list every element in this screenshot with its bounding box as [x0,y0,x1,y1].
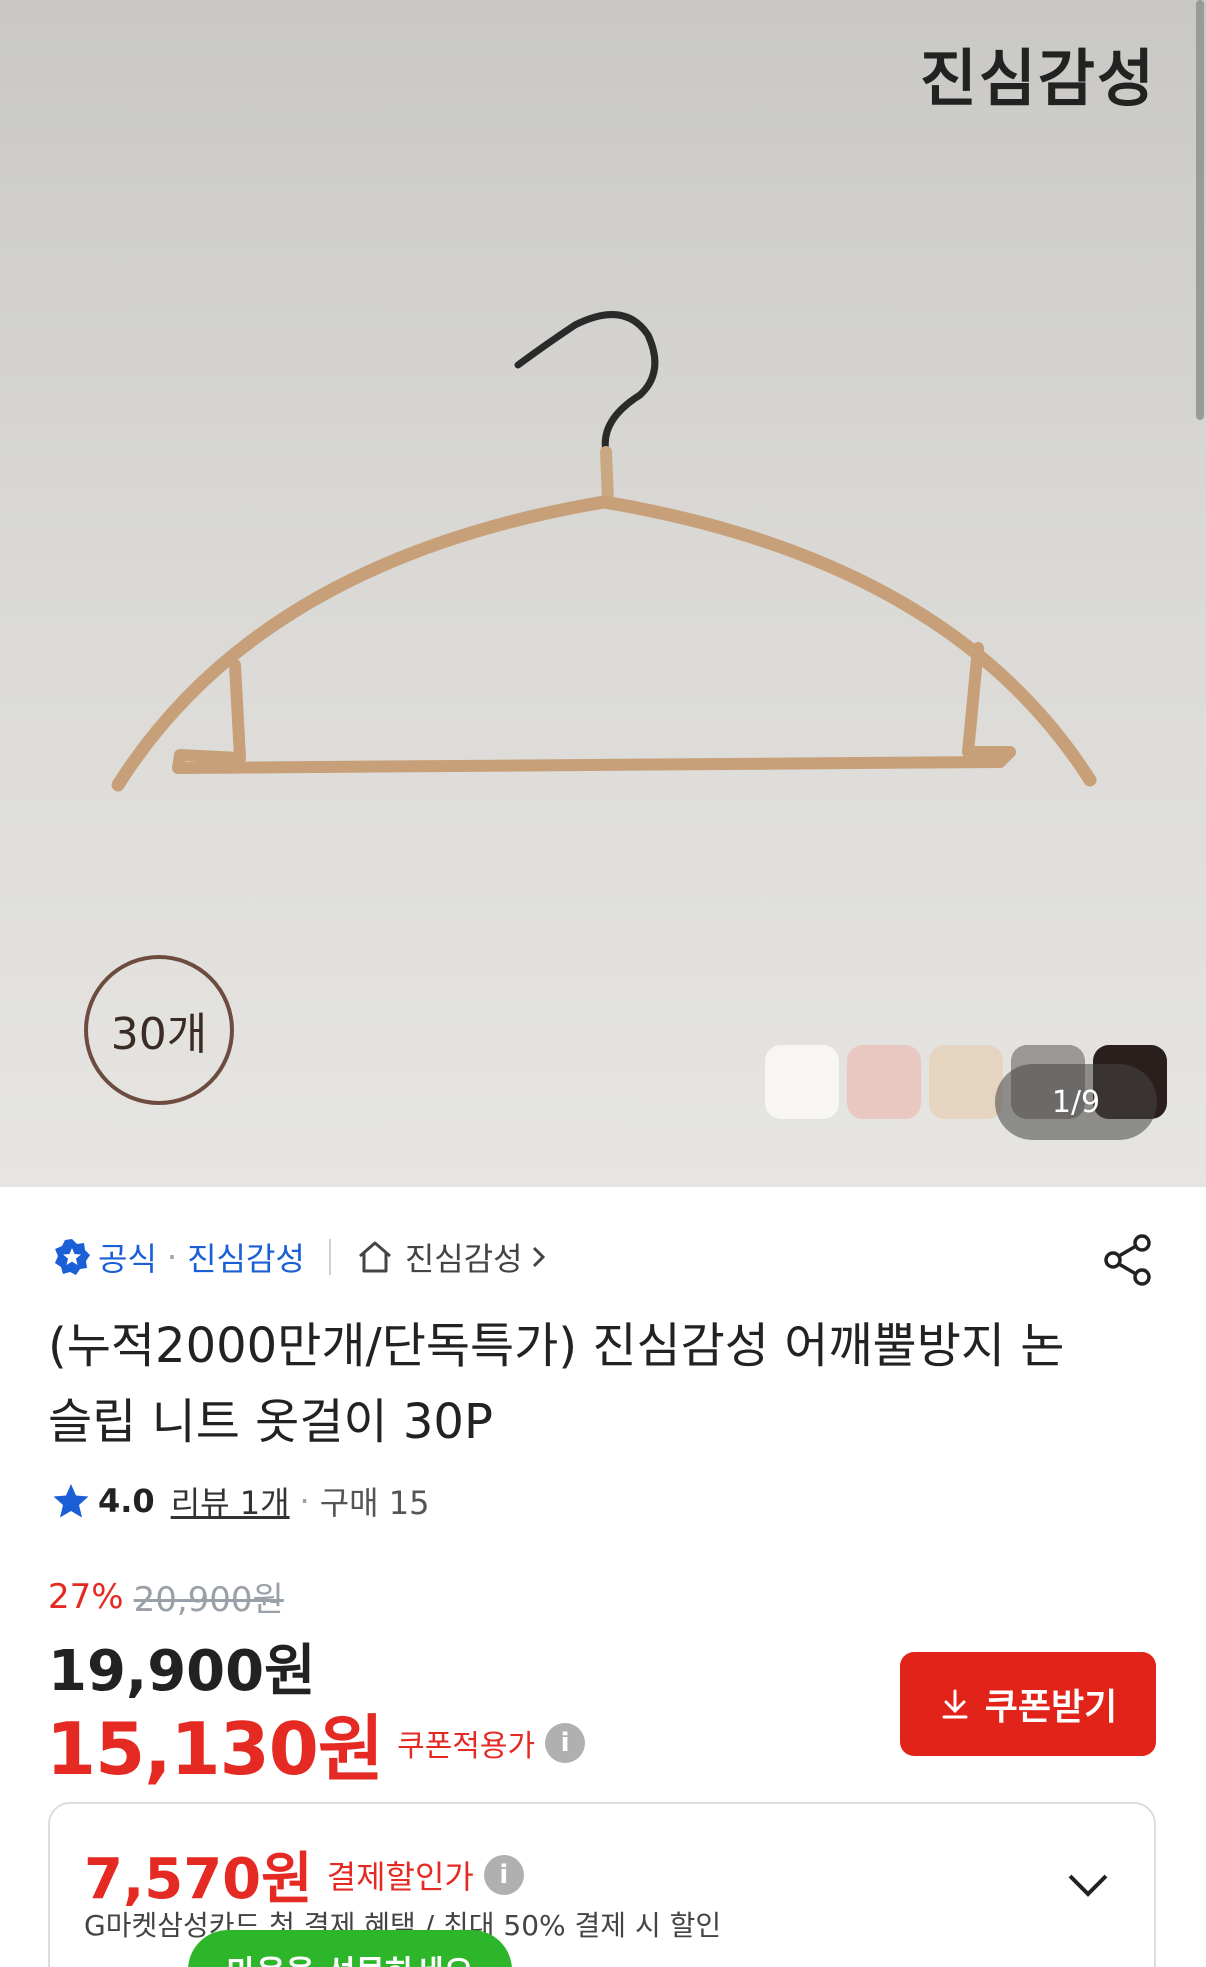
card-discount-label: 결제할인가 [326,1857,474,1896]
coupon-price: 15,130원 [46,1707,384,1791]
get-coupon-button[interactable]: 쿠폰받기 [900,1652,1156,1756]
product-title: (누적2000만개/단독특가) 진심감성 어깨뿔방지 논슬립 니트 옷걸이 30… [48,1318,1065,1450]
share-icon[interactable] [1100,1232,1156,1288]
swatch-white[interactable] [765,1045,839,1119]
coupon-price-row: 15,130원 쿠폰적용가 i [46,1690,586,1795]
rating-row: 4.0 리뷰 1개 · 구매 15 [52,1478,430,1524]
star-icon [53,1484,89,1518]
original-price: 20,900원 [133,1580,284,1620]
separator-dot: · [299,1482,310,1520]
get-coupon-label: 쿠폰받기 [984,1687,1118,1728]
card-discount-price: 7,570원 [84,1847,313,1912]
brand-link[interactable]: 진심감성 [187,1234,305,1280]
divider [328,1239,331,1275]
purchase-count: 구매 15 [319,1484,430,1522]
official-label: 공식 [98,1240,157,1278]
rating-score: 4.0 [98,1482,155,1520]
seller-row: 공식 · 진심감성 진심감성 [52,1232,559,1282]
scrollbar[interactable] [1196,0,1204,420]
info-icon[interactable]: i [483,1854,524,1895]
swatch-beige[interactable] [929,1045,1003,1119]
product-image-carousel[interactable]: 진심감성 30개 1/9 [0,0,1206,1187]
download-icon [942,1689,968,1719]
chevron-right-icon [532,1246,545,1268]
swatch-pink[interactable] [847,1045,921,1119]
store-link[interactable]: 진심감성 [355,1234,559,1280]
chevron-down-icon[interactable] [1066,1870,1110,1900]
original-price-row: 27% 20,900원 [48,1572,284,1621]
image-page-indicator: 1/9 [995,1064,1157,1140]
store-label: 진심감성 [404,1240,523,1278]
review-link[interactable]: 리뷰 1개 [171,1478,290,1524]
separator-dot: · [166,1238,178,1276]
coupon-price-label: 쿠폰적용가 [397,1728,536,1764]
official-badge-icon [55,1239,90,1275]
gift-banner[interactable]: 마음을 선물하세요 [188,1930,512,1967]
info-icon[interactable]: i [545,1722,586,1763]
quantity-badge: 30개 [84,955,234,1105]
home-icon [358,1241,391,1273]
discount-rate: 27% [48,1576,124,1617]
card-price-row: 7,570원 결제할인가 i [84,1834,524,1915]
